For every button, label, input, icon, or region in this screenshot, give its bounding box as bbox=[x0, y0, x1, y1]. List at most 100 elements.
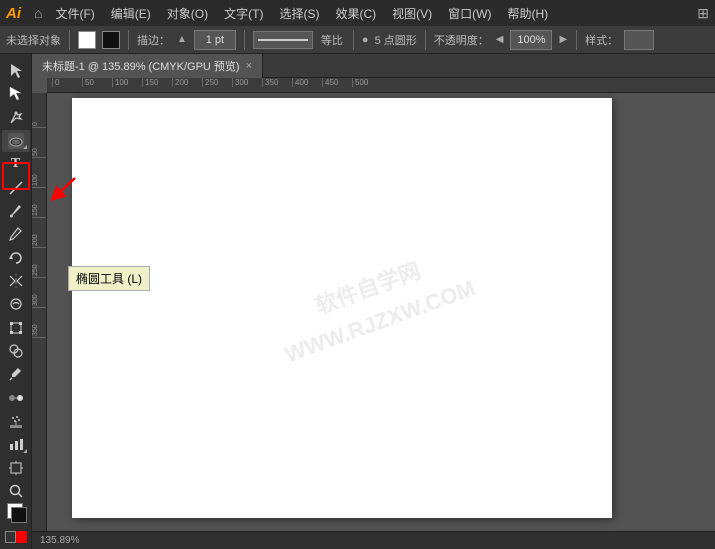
tab-title: 未标题-1 @ 135.89% (CMYK/GPU 预览) bbox=[42, 58, 240, 74]
home-icon[interactable]: ⌂ bbox=[34, 5, 42, 21]
divider-2 bbox=[128, 30, 129, 50]
zoom-tool-btn[interactable] bbox=[2, 480, 30, 502]
warp-icon bbox=[8, 296, 24, 312]
paintbrush-tool-btn[interactable] bbox=[2, 200, 30, 222]
normal-mode-btn[interactable] bbox=[5, 531, 16, 543]
bullet-icon: ● bbox=[362, 34, 369, 46]
warp-tool-btn[interactable] bbox=[2, 293, 30, 315]
blend-tool-btn[interactable] bbox=[2, 387, 30, 409]
opacity-left-arrow[interactable]: ◀ bbox=[495, 34, 505, 45]
menu-file[interactable]: 文件(F) bbox=[48, 3, 101, 24]
options-bar: 未选择对象 描边： ▲ 等比 ● 5 点圆形 不透明度： ◀ ▶ 样式： bbox=[0, 26, 715, 54]
equal-ratio-label: 等比 bbox=[321, 32, 343, 48]
rotate-icon bbox=[8, 250, 24, 266]
no-selection-label: 未选择对象 bbox=[6, 32, 61, 48]
stroke-color-swatch[interactable] bbox=[11, 507, 27, 523]
graph-tool-btn[interactable] bbox=[2, 433, 30, 455]
opacity-input[interactable] bbox=[510, 30, 552, 50]
shape-builder-tool-btn[interactable] bbox=[2, 340, 30, 362]
divider-3 bbox=[244, 30, 245, 50]
document-tab[interactable]: 未标题-1 @ 135.89% (CMYK/GPU 预览) × bbox=[32, 54, 263, 78]
grid-icon[interactable]: ⊞ bbox=[697, 5, 709, 22]
shape-builder-icon bbox=[8, 343, 24, 359]
ruler-v-mark: 150 bbox=[32, 188, 46, 218]
direct-selection-icon bbox=[8, 86, 24, 102]
ruler-mark: 350 bbox=[262, 78, 292, 87]
blend-icon bbox=[8, 390, 24, 406]
stroke-up-arrow[interactable]: ▲ bbox=[176, 34, 188, 45]
tab-bar: 未标题-1 @ 135.89% (CMYK/GPU 预览) × bbox=[32, 54, 715, 78]
canvas-content: 0 50 100 150 200 250 300 350 400 450 500… bbox=[32, 78, 715, 531]
menu-edit[interactable]: 编辑(E) bbox=[104, 3, 158, 24]
selection-icon bbox=[8, 63, 24, 79]
points-label: 5 点圆形 bbox=[375, 32, 417, 48]
artboard-tool-btn[interactable] bbox=[2, 457, 30, 479]
free-transform-tool-btn[interactable] bbox=[2, 317, 30, 339]
artboard bbox=[72, 98, 612, 518]
color-swatch-area bbox=[3, 503, 29, 524]
ruler-mark: 500 bbox=[352, 78, 382, 87]
menu-object[interactable]: 对象(O) bbox=[160, 3, 215, 24]
pen-tool-btn[interactable] bbox=[2, 107, 30, 129]
pencil-icon bbox=[8, 226, 24, 242]
reflect-tool-btn[interactable] bbox=[2, 270, 30, 292]
menu-select[interactable]: 选择(S) bbox=[272, 3, 326, 24]
tab-close-btn[interactable]: × bbox=[246, 60, 252, 72]
menu-effect[interactable]: 效果(C) bbox=[328, 3, 383, 24]
opacity-right-arrow[interactable]: ▶ bbox=[558, 34, 568, 45]
ruler-horizontal: 0 50 100 150 200 250 300 350 400 450 500 bbox=[47, 78, 715, 93]
main-area: T bbox=[0, 54, 715, 549]
pen-icon bbox=[8, 110, 24, 126]
screen-mode-area bbox=[3, 529, 29, 545]
rotate-tool-btn[interactable] bbox=[2, 247, 30, 269]
menu-window[interactable]: 窗口(W) bbox=[441, 3, 498, 24]
quick-mask-btn[interactable] bbox=[16, 531, 27, 543]
eyedropper-icon bbox=[8, 366, 24, 382]
reflect-icon bbox=[8, 273, 24, 289]
ruler-v-mark: 100 bbox=[32, 158, 46, 188]
ruler-v-mark: 350 bbox=[32, 308, 46, 338]
style-label: 样式： bbox=[585, 32, 618, 48]
ruler-mark: 300 bbox=[232, 78, 262, 87]
type-icon: T bbox=[11, 157, 20, 171]
artboard-icon bbox=[8, 460, 24, 476]
graph-icon bbox=[8, 436, 24, 452]
menu-type[interactable]: 文字(T) bbox=[217, 3, 270, 24]
direct-selection-tool-btn[interactable] bbox=[2, 83, 30, 105]
pencil-tool-btn[interactable] bbox=[2, 223, 30, 245]
stroke-style-preview[interactable] bbox=[253, 31, 313, 49]
paintbrush-icon bbox=[8, 203, 24, 219]
divider-4 bbox=[353, 30, 354, 50]
ruler-v-mark: 250 bbox=[32, 248, 46, 278]
style-swatch[interactable] bbox=[624, 30, 654, 50]
canvas-area: 未标题-1 @ 135.89% (CMYK/GPU 预览) × 0 50 100… bbox=[32, 54, 715, 549]
tool-group-indicator bbox=[23, 145, 27, 149]
zoom-level: 135.89% bbox=[40, 535, 79, 546]
selection-tool-btn[interactable] bbox=[2, 60, 30, 82]
ruler-mark: 200 bbox=[172, 78, 202, 87]
ruler-v-mark: 300 bbox=[32, 278, 46, 308]
title-bar: Ai ⌂ 文件(F) 编辑(E) 对象(O) 文字(T) 选择(S) 效果(C)… bbox=[0, 0, 715, 26]
menu-bar: 文件(F) 编辑(E) 对象(O) 文字(T) 选择(S) 效果(C) 视图(V… bbox=[48, 3, 691, 24]
ruler-v-mark: 200 bbox=[32, 218, 46, 248]
line-tool-btn[interactable] bbox=[2, 177, 30, 199]
type-tool-btn[interactable]: T bbox=[2, 153, 30, 175]
ai-logo: Ai bbox=[6, 5, 28, 22]
symbol-sprayer-tool-btn[interactable] bbox=[2, 410, 30, 432]
ruler-vertical: 0 50 100 150 200 250 300 350 bbox=[32, 93, 47, 531]
menu-help[interactable]: 帮助(H) bbox=[500, 3, 555, 24]
ruler-mark: 0 bbox=[52, 78, 82, 87]
ruler-mark: 400 bbox=[292, 78, 322, 87]
free-transform-icon bbox=[8, 320, 24, 336]
graph-group-indicator bbox=[23, 449, 27, 453]
stroke-swatch[interactable] bbox=[102, 31, 120, 49]
symbol-sprayer-icon bbox=[8, 413, 24, 429]
ruler-mark: 150 bbox=[142, 78, 172, 87]
eyedropper-tool-btn[interactable] bbox=[2, 363, 30, 385]
stroke-line bbox=[258, 39, 308, 41]
menu-view[interactable]: 视图(V) bbox=[385, 3, 439, 24]
stroke-value-input[interactable] bbox=[194, 30, 236, 50]
ruler-mark: 250 bbox=[202, 78, 232, 87]
fill-swatch[interactable] bbox=[78, 31, 96, 49]
ellipse-tool-btn[interactable] bbox=[2, 130, 30, 152]
